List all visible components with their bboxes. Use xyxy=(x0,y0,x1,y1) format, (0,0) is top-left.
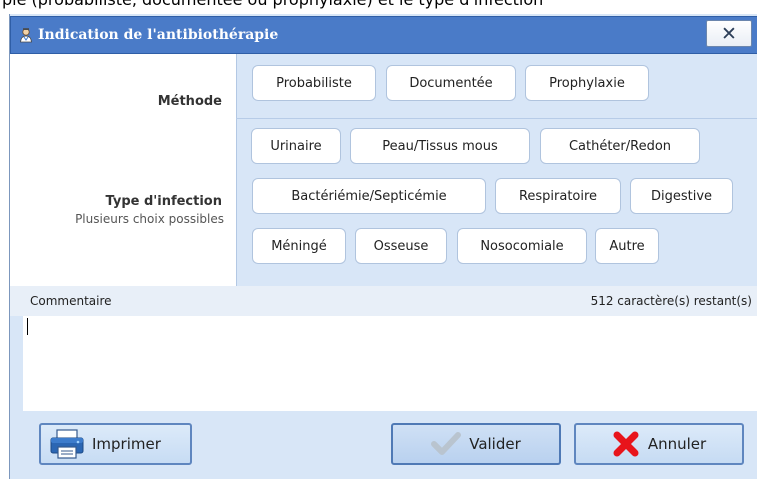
cancel-button[interactable]: Annuler xyxy=(574,423,744,465)
infection-option-respiratoire[interactable]: Respiratoire xyxy=(495,178,621,214)
printer-icon xyxy=(50,429,84,459)
infection-option-bacteriemie-septicemie[interactable]: Bactériémie/Septicémie xyxy=(252,178,486,214)
options-divider xyxy=(236,118,757,119)
doctor-icon xyxy=(20,28,32,43)
page: pie (probabiliste, documentée ou prophyl… xyxy=(0,0,757,479)
multiple-choice-hint: Plusieurs choix possibles xyxy=(75,212,224,226)
methode-option-prophylaxie[interactable]: Prophylaxie xyxy=(525,65,649,101)
dialog-title: Indication de l'antibiothérapie xyxy=(38,27,279,43)
infection-option-peau-tissus-mous[interactable]: Peau/Tissus mous xyxy=(350,128,530,164)
print-label: Imprimer xyxy=(92,435,161,453)
close-button[interactable]: ✕ xyxy=(706,20,752,47)
methode-option-probabiliste[interactable]: Probabiliste xyxy=(252,65,376,101)
comment-label: Commentaire xyxy=(30,294,112,308)
print-button[interactable]: Imprimer xyxy=(39,423,192,465)
text-caret xyxy=(27,318,28,335)
comment-textarea[interactable] xyxy=(23,316,757,411)
infection-option-osseuse[interactable]: Osseuse xyxy=(355,228,447,264)
cancel-label: Annuler xyxy=(647,435,707,453)
comment-header: Commentaire 512 caractère(s) restant(s) xyxy=(10,286,757,316)
infection-option-nosocomiale[interactable]: Nosocomiale xyxy=(457,228,587,264)
red-x-icon xyxy=(613,431,639,457)
title-bar[interactable]: Indication de l'antibiothérapie ✕ xyxy=(10,16,757,54)
labels-panel: Méthode Type d'infection Plusieurs choix… xyxy=(10,54,236,286)
infection-option-autre[interactable]: Autre xyxy=(595,228,659,264)
infection-option-meninge[interactable]: Méningé xyxy=(252,228,346,264)
methode-label: Méthode xyxy=(157,94,222,109)
checkmark-icon xyxy=(431,432,462,455)
infection-option-digestive[interactable]: Digestive xyxy=(630,178,733,214)
validate-button[interactable]: Valider xyxy=(391,423,561,465)
infection-option-urinaire[interactable]: Urinaire xyxy=(251,128,341,164)
infection-option-catheter-redon[interactable]: Cathéter/Redon xyxy=(540,128,700,164)
characters-remaining: 512 caractère(s) restant(s) xyxy=(590,294,752,308)
antibiotherapy-dialog: Indication de l'antibiothérapie ✕ Méthod… xyxy=(9,14,757,479)
methode-option-documentee[interactable]: Documentée xyxy=(386,65,516,101)
validate-label: Valider xyxy=(469,435,521,453)
infection-type-label: Type d'infection xyxy=(105,194,222,209)
